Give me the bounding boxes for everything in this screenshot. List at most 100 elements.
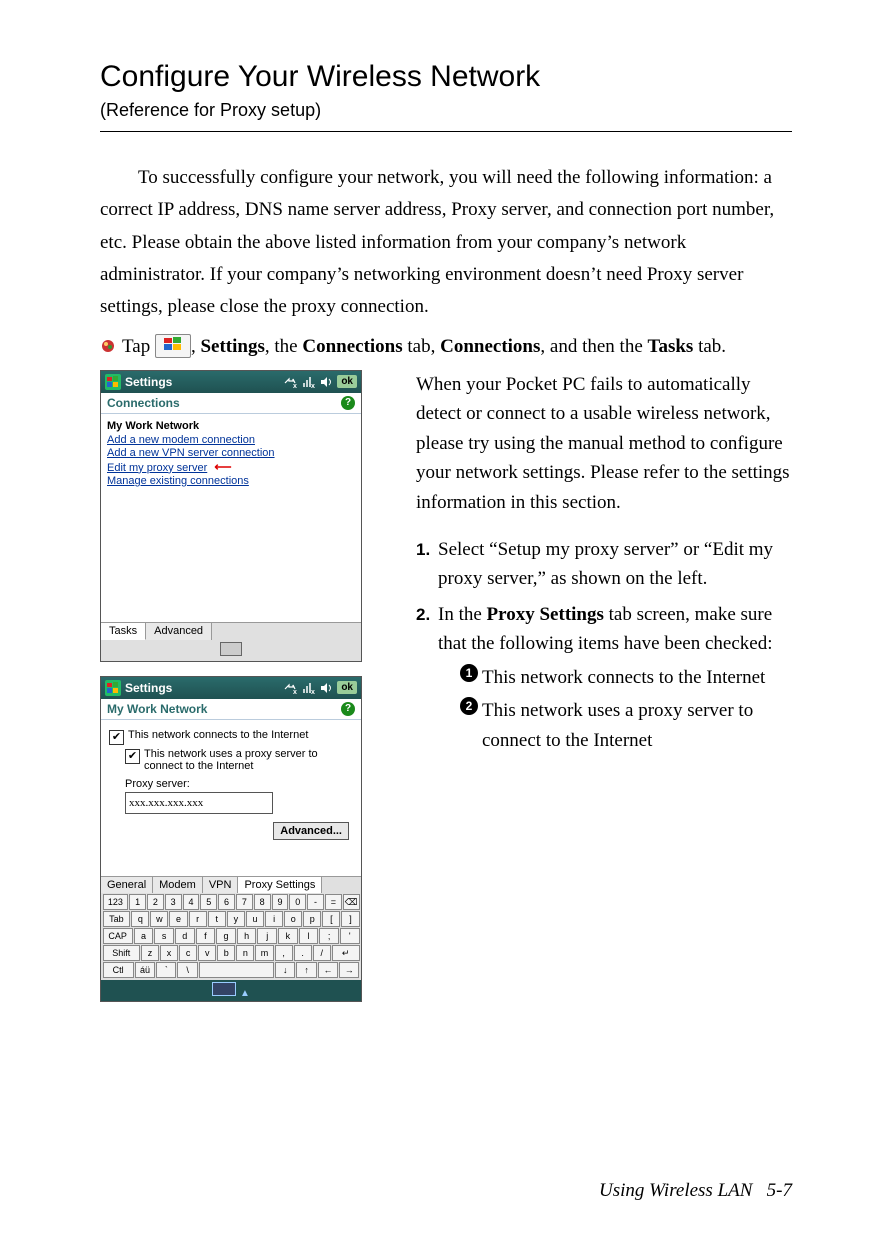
link-add-vpn[interactable]: Add a new VPN server connection	[107, 447, 355, 459]
footer-page-number: 5-7	[767, 1180, 792, 1201]
inst-connections-tab: Connections	[302, 336, 402, 357]
osk-key[interactable]: .	[294, 945, 312, 961]
step-1: 1. Select “Setup my proxy server” or “Ed…	[416, 535, 792, 594]
osk-key[interactable]: 4	[183, 894, 200, 910]
osk-key[interactable]	[199, 962, 274, 978]
help-icon[interactable]: ?	[341, 396, 355, 410]
osk-key[interactable]: /	[313, 945, 331, 961]
osk-key[interactable]: f	[196, 928, 216, 944]
tab-modem[interactable]: Modem	[153, 877, 203, 893]
osk-key[interactable]: a	[134, 928, 154, 944]
osk-key[interactable]: CAP	[103, 928, 133, 944]
osk-key[interactable]: 9	[272, 894, 289, 910]
osk-key[interactable]: áü	[135, 962, 155, 978]
sub-2-text: This network uses a proxy server to conn…	[482, 696, 792, 755]
osk-key[interactable]: ⌫	[343, 894, 360, 910]
osk-key[interactable]: Shift	[103, 945, 140, 961]
link-manage-connections[interactable]: Manage existing connections	[107, 475, 355, 487]
osk-key[interactable]: 0	[289, 894, 306, 910]
ppc1-body: My Work Network Add a new modem connecti…	[101, 414, 361, 622]
osk-key[interactable]: z	[141, 945, 159, 961]
osk-key[interactable]: =	[325, 894, 342, 910]
osk-key[interactable]: u	[246, 911, 264, 927]
osk-key[interactable]: o	[284, 911, 302, 927]
osk-key[interactable]: -	[307, 894, 324, 910]
osk-key[interactable]: n	[236, 945, 254, 961]
osk-row-1: 1231234567890-=⌫	[102, 894, 360, 911]
osk-key[interactable]: Tab	[103, 911, 131, 927]
checkbox-connects-internet[interactable]	[109, 730, 124, 745]
osk-key[interactable]: b	[217, 945, 235, 961]
osk-key[interactable]: q	[131, 911, 149, 927]
osk-key[interactable]: [	[322, 911, 340, 927]
osk-key[interactable]: k	[278, 928, 298, 944]
osk-key[interactable]: ↓	[275, 962, 295, 978]
tab-general[interactable]: General	[101, 877, 153, 893]
osk-key[interactable]: `	[156, 962, 176, 978]
osk-key[interactable]: 123	[103, 894, 129, 910]
osk-key[interactable]: ↑	[296, 962, 316, 978]
osk-key[interactable]: r	[189, 911, 207, 927]
osk-key[interactable]: y	[227, 911, 245, 927]
keyboard-icon[interactable]	[212, 982, 236, 996]
tab-vpn[interactable]: VPN	[203, 877, 239, 893]
osk-key[interactable]: c	[179, 945, 197, 961]
link-add-modem[interactable]: Add a new modem connection	[107, 434, 355, 446]
osk-key[interactable]: 6	[218, 894, 235, 910]
tab-tasks[interactable]: Tasks	[101, 623, 146, 640]
osk-key[interactable]: v	[198, 945, 216, 961]
osk-key[interactable]: 3	[165, 894, 182, 910]
signal-icon[interactable]: x	[301, 375, 315, 389]
footer-chapter: Using Wireless LAN	[599, 1180, 752, 1201]
connectivity-icon[interactable]: x	[283, 375, 297, 389]
advanced-button[interactable]: Advanced...	[273, 822, 349, 840]
osk-key[interactable]: h	[237, 928, 257, 944]
tab-proxy-settings[interactable]: Proxy Settings	[238, 877, 322, 893]
osk-key[interactable]: →	[339, 962, 359, 978]
signal-icon[interactable]: x	[301, 681, 315, 695]
osk-key[interactable]: ,	[275, 945, 293, 961]
osk-key[interactable]: ]	[341, 911, 359, 927]
osk-key[interactable]: x	[160, 945, 178, 961]
ok-button[interactable]: ok	[337, 681, 357, 694]
ok-button[interactable]: ok	[337, 375, 357, 388]
keyboard-icon[interactable]	[220, 642, 242, 656]
osk-key[interactable]: 2	[147, 894, 164, 910]
osk-key[interactable]: p	[303, 911, 321, 927]
osk-key[interactable]: 5	[200, 894, 217, 910]
start-menu-icon[interactable]	[105, 374, 121, 390]
osk-key[interactable]: 7	[236, 894, 253, 910]
volume-icon[interactable]	[319, 681, 333, 695]
osk-key[interactable]: m	[255, 945, 273, 961]
osk-key[interactable]: ↵	[332, 945, 360, 961]
osk-key[interactable]: w	[150, 911, 168, 927]
sip-up-icon[interactable]: ▲	[240, 988, 250, 999]
start-menu-icon[interactable]	[105, 680, 121, 696]
page-title: Configure Your Wireless Network	[100, 60, 792, 94]
osk-key[interactable]: e	[169, 911, 187, 927]
osk-key[interactable]: d	[175, 928, 195, 944]
osk-key[interactable]: Ctl	[103, 962, 134, 978]
tab-advanced[interactable]: Advanced	[146, 623, 212, 640]
help-icon[interactable]: ?	[341, 702, 355, 716]
osk-key[interactable]: i	[265, 911, 283, 927]
osk-key[interactable]: '	[340, 928, 360, 944]
osk-key[interactable]: j	[257, 928, 277, 944]
osk-key[interactable]: 8	[254, 894, 271, 910]
osk-key[interactable]: \	[177, 962, 197, 978]
connectivity-icon[interactable]: x	[283, 681, 297, 695]
osk-key[interactable]: l	[299, 928, 319, 944]
osk-key[interactable]: 1	[129, 894, 146, 910]
proxy-server-input[interactable]	[125, 792, 273, 814]
osk-key[interactable]: g	[216, 928, 236, 944]
osk-key[interactable]: ;	[319, 928, 339, 944]
step-2-a: In the	[438, 604, 487, 625]
osk-key[interactable]: ←	[318, 962, 338, 978]
checkbox-uses-proxy[interactable]	[125, 749, 140, 764]
onscreen-keyboard[interactable]: 1231234567890-=⌫ Tabqwertyuiop[] CAPasdf…	[101, 893, 361, 980]
osk-key[interactable]: s	[154, 928, 174, 944]
inst-connections: Connections	[440, 336, 540, 357]
osk-key[interactable]: t	[208, 911, 226, 927]
link-edit-proxy[interactable]: Edit my proxy server	[107, 462, 207, 474]
volume-icon[interactable]	[319, 375, 333, 389]
